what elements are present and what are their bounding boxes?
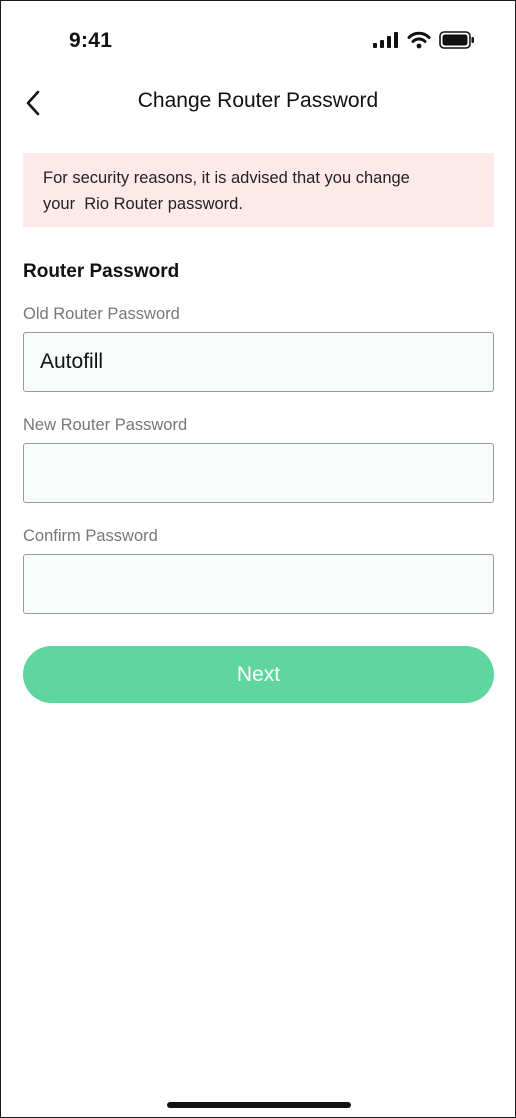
header: Change Router Password [1,81,515,125]
alert-text-line-1: For security reasons, it is advised that… [43,169,410,187]
next-button[interactable]: Next [23,646,494,703]
old-password-input[interactable] [23,332,494,392]
home-indicator[interactable] [167,1102,351,1108]
confirm-password-input[interactable] [23,554,494,614]
security-alert-banner: For security reasons, it is advised that… [23,153,494,227]
wifi-icon [407,31,431,49]
battery-icon [439,31,474,49]
status-time: 9:41 [69,29,113,52]
cellular-signal-icon [373,32,398,48]
alert-text-line-2: your Rio Router password. [43,195,243,213]
old-password-label: Old Router Password [23,305,180,323]
page-title: Change Router Password [137,89,379,112]
section-title: Router Password [23,261,180,282]
confirm-password-label: Confirm Password [23,527,158,545]
status-icons [373,31,475,49]
new-password-input[interactable] [23,443,494,503]
change-router-password-screen: 9:41 Change Router Password For security… [0,0,516,1118]
status-bar: 9:41 [1,1,515,81]
new-password-label: New Router Password [23,416,188,434]
